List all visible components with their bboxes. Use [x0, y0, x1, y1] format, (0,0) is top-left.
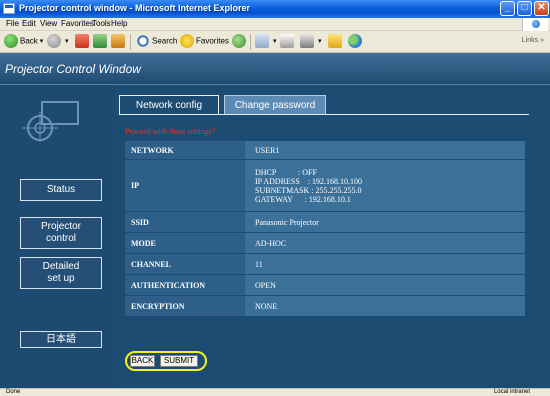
security-zone-text: Local intranet [493, 389, 530, 395]
status-bar: Done Local intranet [0, 388, 550, 396]
encryption-value: NONE [245, 296, 525, 317]
messenger-people-icon [348, 34, 362, 48]
authentication-value: OPEN [245, 275, 525, 296]
browser-toolbar: Back ▾ ▾ Search Favorites ▾ ▾ Links » [0, 31, 550, 53]
home-icon [111, 34, 125, 48]
toolbar-separator [130, 34, 131, 50]
folder-button[interactable] [328, 34, 344, 50]
maximize-button[interactable]: □ [517, 1, 532, 16]
back-dropdown-icon[interactable]: ▾ [40, 38, 44, 45]
back-button[interactable]: Back ▾ [4, 34, 43, 50]
tab-network-config[interactable]: Network config [119, 95, 219, 115]
menu-bar: File Edit View Favorites Tools Help [0, 18, 550, 31]
status-done-text: Done [6, 389, 21, 395]
minimize-button[interactable]: _ [500, 1, 515, 16]
table-row: CHANNEL 11 [125, 254, 525, 275]
menu-help[interactable]: Help [111, 19, 127, 28]
favorites-star-icon [180, 34, 194, 48]
ssid-key: SSID [125, 212, 245, 233]
print-icon [280, 34, 294, 48]
menu-file[interactable]: File [6, 19, 19, 28]
ip-address: IP ADDRESS : 192.168.10.100 [255, 176, 363, 186]
ip-dhcp: DHCP : OFF [255, 167, 317, 177]
edit-button[interactable]: ▾ [300, 34, 322, 50]
mode-key: MODE [125, 233, 245, 254]
messenger-button[interactable] [348, 34, 364, 50]
app-title: Projector Control Window [5, 62, 141, 76]
ip-gateway: GATEWAY : 192.168.10.1 [255, 194, 351, 204]
table-row: NETWORK USER1 [125, 141, 525, 160]
submit-button[interactable]: SUBMIT [160, 355, 198, 367]
stop-button[interactable] [75, 34, 91, 50]
status-button[interactable]: Status [20, 179, 102, 201]
forward-arrow-icon [47, 34, 61, 48]
back-form-button[interactable]: BACK [130, 355, 155, 367]
search-icon [136, 34, 150, 48]
folder-icon [328, 34, 342, 48]
page-content: Projector Control Window Status Projecto… [0, 53, 550, 388]
mail-dropdown-icon[interactable]: ▾ [273, 38, 277, 45]
sidebar: Status Projector control Detailed set up… [0, 85, 115, 388]
close-button[interactable]: ✕ [534, 1, 549, 16]
forward-button[interactable]: ▾ [47, 34, 69, 50]
toolbar-separator [250, 34, 251, 50]
history-icon [232, 34, 246, 48]
mail-icon [255, 34, 269, 48]
ip-subnetmask: SUBNETMASK : 255.255.255.0 [255, 185, 362, 195]
japanese-language-button[interactable]: 日本語 [20, 331, 102, 348]
ip-value: DHCP : OFF IP ADDRESS : 192.168.10.100 S… [245, 160, 525, 212]
network-key: NETWORK [125, 141, 245, 160]
browser-window: Projector control window - Microsoft Int… [0, 0, 550, 396]
ip-key: IP [125, 160, 245, 212]
back-arrow-icon [4, 34, 18, 48]
menu-tools[interactable]: Tools [92, 19, 111, 28]
tab-change-password[interactable]: Change password [224, 95, 326, 115]
ssid-value: Panasonic Projector [245, 212, 525, 233]
menu-view[interactable]: View [40, 19, 57, 28]
history-button[interactable] [232, 34, 248, 50]
network-value: USER1 [245, 141, 525, 160]
network-settings-table: NETWORK USER1 IP DHCP : OFF IP ADDRESS :… [125, 141, 525, 317]
table-row: AUTHENTICATION OPEN [125, 275, 525, 296]
tab-bar: Network config Change password [119, 95, 529, 115]
confirm-warning-text: Proceed with these settings? [125, 127, 216, 136]
ie-logo-icon [522, 18, 548, 31]
edit-page-icon [300, 34, 314, 48]
app-header: Projector Control Window [0, 53, 550, 85]
edit-dropdown-icon[interactable]: ▾ [318, 38, 322, 45]
projector-control-button[interactable]: Projector control [20, 217, 102, 249]
title-bar: Projector control window - Microsoft Int… [0, 0, 550, 18]
print-button[interactable] [280, 34, 296, 50]
chevron-right-icon: » [540, 37, 544, 44]
menu-favorites[interactable]: Favorites [61, 19, 94, 28]
main-content: Network config Change password Proceed w… [115, 85, 550, 388]
channel-value: 11 [245, 254, 525, 275]
authentication-key: AUTHENTICATION [125, 275, 245, 296]
window-title: Projector control window - Microsoft Int… [19, 3, 251, 13]
links-label[interactable]: Links » [522, 37, 544, 44]
refresh-button[interactable] [93, 34, 109, 50]
projector-logo-icon [20, 98, 96, 142]
table-row: SSID Panasonic Projector [125, 212, 525, 233]
mode-value: AD-HOC [245, 233, 525, 254]
stop-icon [75, 34, 89, 48]
table-row: MODE AD-HOC [125, 233, 525, 254]
refresh-icon [93, 34, 107, 48]
forward-dropdown-icon[interactable]: ▾ [65, 38, 69, 45]
channel-key: CHANNEL [125, 254, 245, 275]
home-button[interactable] [111, 34, 127, 50]
detailed-set-up-button[interactable]: Detailed set up [20, 257, 102, 289]
mail-button[interactable]: ▾ [255, 34, 277, 50]
search-button[interactable]: Search [136, 34, 177, 50]
favorites-button[interactable]: Favorites [180, 34, 229, 50]
menu-edit[interactable]: Edit [22, 19, 36, 28]
encryption-key: ENCRYPTION [125, 296, 245, 317]
table-row: IP DHCP : OFF IP ADDRESS : 192.168.10.10… [125, 160, 525, 212]
ie-window-icon [3, 3, 15, 14]
table-row: ENCRYPTION NONE [125, 296, 525, 317]
tab-underline [119, 114, 529, 115]
